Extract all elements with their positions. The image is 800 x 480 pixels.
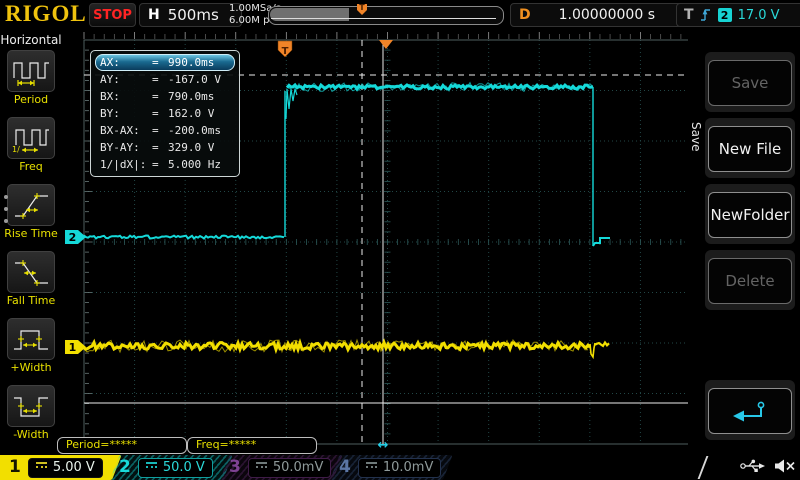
channel-status-bar: 1 5.00 V 2 50.0 V 3 50.0mV 4	[0, 455, 800, 480]
trigger-status-box: T 2 17.0 V	[676, 3, 800, 27]
channel-3-scale-box: 50.0mV	[248, 458, 332, 478]
minus-width-icon	[7, 385, 55, 427]
cursor-measurement-panel: AX:=990.0ms AY:=-167.0 V BX:=790.0ms BY:…	[90, 50, 240, 177]
channel-3-number: 3	[229, 455, 241, 480]
new-file-button[interactable]: New File	[708, 126, 792, 172]
channel-1-tab[interactable]: 1 5.00 V	[0, 455, 112, 480]
ch1-dip	[590, 343, 595, 357]
rigol-logo: RIGOL	[5, 1, 87, 27]
ch1-tail	[595, 343, 609, 346]
trigger-level-value: 17.0 V	[738, 8, 780, 23]
right-menu: Save Save New File NewFolder Delete	[688, 30, 800, 455]
cursor-row-by-ay[interactable]: BY-AY:=329.0 V	[95, 139, 235, 156]
svg-text:1: 1	[69, 341, 77, 354]
rising-edge-icon	[700, 7, 712, 23]
usb-icon	[740, 458, 766, 474]
top-status-bar: RIGOL STOP H 500ms 1.00MSa/s 6.00M pts T…	[0, 0, 800, 30]
left-menu: Horizontal Period 1/ Freq	[0, 30, 62, 455]
channel-2-tab[interactable]: 2 50.0 V	[110, 455, 223, 480]
channel-2-scale: 50.0 V	[163, 460, 205, 475]
menu-item-rise-time[interactable]: Rise Time	[0, 184, 62, 251]
graticule-area[interactable]: ↔21TT AX:=990.0ms AY:=-167.0 V BX:=790.0…	[62, 30, 710, 455]
delay-position-marker[interactable]	[379, 40, 393, 49]
menu-tab-save: Save	[688, 105, 703, 169]
dc-coupling-icon	[256, 462, 267, 473]
fall-time-icon	[7, 251, 55, 293]
svg-text:1/: 1/	[12, 145, 20, 153]
menu-item-period[interactable]: Period	[0, 50, 62, 117]
plus-width-icon	[7, 318, 55, 360]
h-scale-value: 500ms	[168, 6, 219, 24]
delay-label: D	[519, 7, 531, 23]
dc-coupling-icon	[146, 462, 157, 473]
menu-item-plus-width[interactable]: +Width	[0, 318, 62, 385]
delay-box: D 1.00000000 s	[510, 3, 686, 27]
menu-item-label: Rise Time	[0, 227, 62, 240]
horizontal-scale-box: H 500ms	[139, 3, 242, 27]
cursor-row-inv-dx[interactable]: 1/|dX|:=5.000 Hz	[95, 156, 235, 173]
delay-value: 1.00000000 s	[537, 7, 677, 23]
channel-2-scale-box: 50.0 V	[138, 458, 213, 478]
channel-4-scale-box: 10.0mV	[358, 458, 442, 478]
dc-coupling-icon	[366, 462, 377, 473]
channel-2-number: 2	[119, 455, 131, 480]
svg-text:2: 2	[69, 231, 77, 244]
oscilloscope-screen: RIGOL STOP H 500ms 1.00MSa/s 6.00M pts T…	[0, 0, 800, 480]
left-menu-title: Horizontal	[0, 30, 62, 50]
menu-item-minus-width[interactable]: -Width	[0, 385, 62, 452]
svg-text:T: T	[282, 46, 289, 57]
channel-1-scale: 5.00 V	[53, 460, 95, 475]
menu-page-dots	[4, 195, 8, 223]
rise-time-icon	[7, 184, 55, 226]
period-icon	[7, 50, 55, 92]
cursor-row-bx-ax[interactable]: BX-AX:=-200.0ms	[95, 122, 235, 139]
cursor-row-ay[interactable]: AY:=-167.0 V	[95, 71, 235, 88]
new-folder-button[interactable]: NewFolder	[708, 192, 792, 238]
cursor-move-handle-icon: ↔	[378, 438, 389, 453]
menu-item-label: -Width	[0, 428, 62, 441]
menu-item-label: +Width	[0, 361, 62, 374]
save-button[interactable]: Save	[708, 60, 792, 106]
ch2-tail	[593, 238, 610, 246]
menu-item-fall-time[interactable]: Fall Time	[0, 251, 62, 318]
trigger-source-badge: 2	[718, 8, 732, 22]
ch2-ringing	[286, 89, 297, 119]
trigger-label: T	[684, 7, 694, 23]
channel-4-tab[interactable]: 4 10.0mV	[330, 455, 443, 480]
channel-4-scale: 10.0mV	[383, 460, 434, 475]
dc-coupling-icon	[36, 462, 47, 473]
speaker-muted-icon	[774, 458, 796, 474]
channel-1-scale-box: 5.00 V	[28, 458, 103, 478]
run-state-indicator: STOP	[89, 3, 136, 27]
return-arrow-icon	[731, 399, 769, 423]
channel-3-tab[interactable]: 3 50.0mV	[220, 455, 333, 480]
freq-readout: Freq=*****	[187, 437, 317, 454]
preview-waveform	[269, 7, 501, 24]
menu-item-freq[interactable]: 1/ Freq	[0, 117, 62, 184]
channel-4-number: 4	[339, 455, 351, 480]
menu-item-label: Freq	[0, 160, 62, 173]
return-button[interactable]	[708, 388, 792, 434]
channel-1-number: 1	[9, 455, 21, 480]
channel-3-scale: 50.0mV	[273, 460, 324, 475]
cursor-row-by[interactable]: BY:=162.0 V	[95, 105, 235, 122]
cursor-row-bx[interactable]: BX:=790.0ms	[95, 88, 235, 105]
ch2-waveform-low	[84, 236, 284, 239]
cursor-row-ax[interactable]: AX:=990.0ms	[95, 54, 235, 71]
waveform-preview-strip: T	[268, 6, 504, 25]
h-label: H	[148, 7, 160, 23]
period-readout: Period=*****	[57, 437, 187, 454]
menu-item-label: Fall Time	[0, 294, 62, 307]
freq-icon: 1/	[7, 117, 55, 159]
system-status-icons	[740, 458, 796, 474]
menu-item-label: Period	[0, 93, 62, 106]
delete-button[interactable]: Delete	[708, 258, 792, 304]
